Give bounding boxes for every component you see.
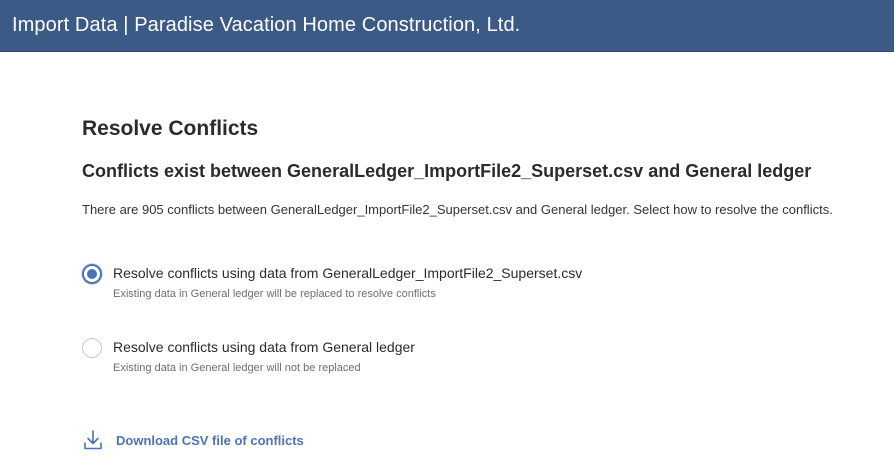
window-title: Import Data | Paradise Vacation Home Con… <box>12 14 521 36</box>
app-header: Import Data | Paradise Vacation Home Con… <box>0 0 894 52</box>
page-title: Resolve Conflicts <box>82 117 259 140</box>
download-csv-link[interactable]: Download CSV file of conflicts <box>82 429 304 451</box>
option-hint: Existing data in General ledger will be … <box>113 288 436 300</box>
radio-button-unselected[interactable] <box>82 338 102 358</box>
option-hint: Existing data in General ledger will not… <box>113 362 361 374</box>
conflicts-description: There are 905 conflicts between GeneralL… <box>82 202 833 217</box>
radio-button-selected[interactable] <box>82 264 102 284</box>
option-label[interactable]: Resolve conflicts using data from Genera… <box>113 339 415 355</box>
conflicts-subtitle: Conflicts exist between GeneralLedger_Im… <box>82 161 812 181</box>
download-icon[interactable] <box>82 429 104 451</box>
download-label[interactable]: Download CSV file of conflicts <box>116 433 304 448</box>
option-label[interactable]: Resolve conflicts using data from Genera… <box>113 265 582 281</box>
